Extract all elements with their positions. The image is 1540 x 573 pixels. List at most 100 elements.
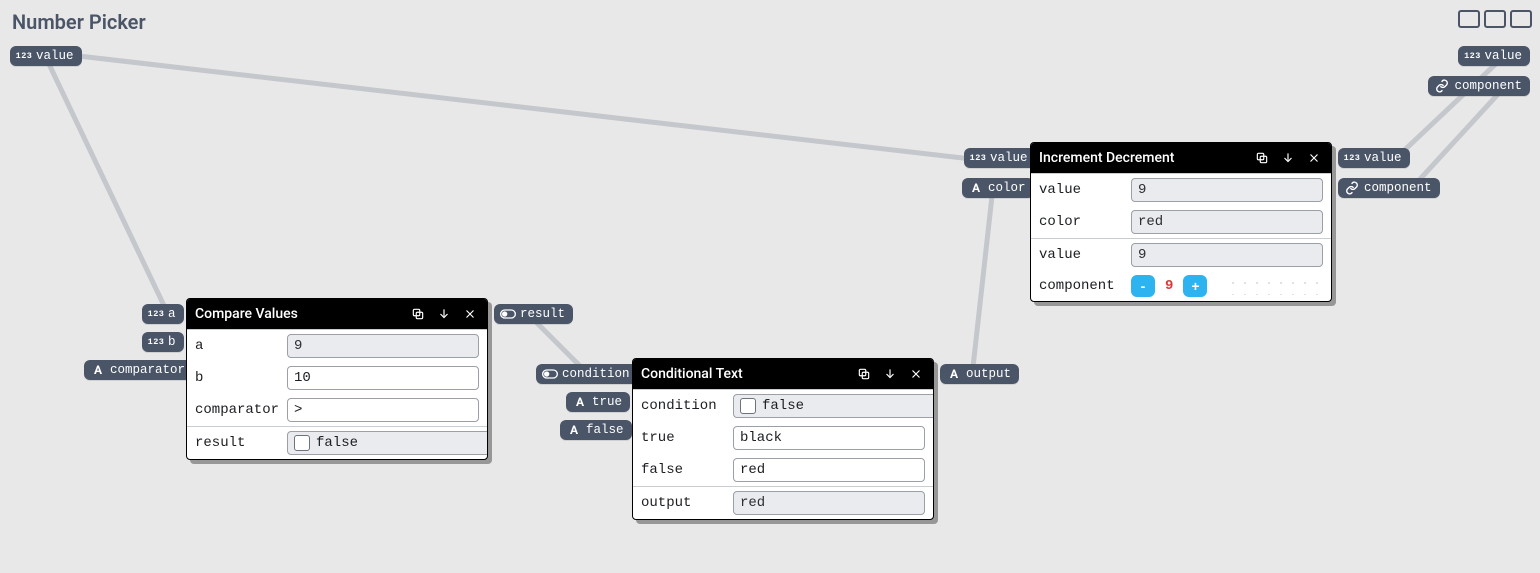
node-header[interactable]: Conditional Text — [633, 359, 933, 389]
number-icon: 123 — [148, 307, 164, 321]
row-true: true — [633, 422, 933, 454]
port-compare-result[interactable]: result — [494, 304, 573, 324]
text-icon: A — [566, 423, 582, 437]
port-compare-b[interactable]: 123 b — [142, 332, 184, 352]
field-label: value — [1039, 182, 1123, 198]
port-label: comparator — [110, 362, 185, 378]
text-icon: A — [90, 363, 106, 377]
decrement-button[interactable]: - — [1131, 275, 1155, 297]
text-icon: A — [572, 395, 588, 409]
row-condition: condition false — [633, 390, 933, 422]
port-label: true — [592, 394, 622, 410]
field-comparator-input[interactable] — [287, 398, 479, 422]
number-icon: 123 — [970, 151, 986, 165]
row-false: false — [633, 454, 933, 486]
number-icon: 123 — [148, 335, 164, 349]
download-icon[interactable] — [881, 365, 899, 383]
number-icon: 123 — [1464, 49, 1480, 63]
copy-icon[interactable] — [855, 365, 873, 383]
field-false-input[interactable] — [733, 458, 925, 482]
node-inputs-section: value color — [1031, 173, 1331, 238]
port-label: color — [988, 180, 1026, 196]
node-title: Compare Values — [195, 306, 401, 322]
row-output: output — [633, 487, 933, 519]
field-label: condition — [641, 398, 725, 414]
node-conditional-text[interactable]: Conditional Text condition false — [632, 358, 934, 520]
node-header[interactable]: Increment Decrement — [1031, 143, 1331, 173]
number-icon: 123 — [1344, 151, 1360, 165]
port-label: component — [1454, 78, 1522, 94]
port-increment-value-in[interactable]: 123 value — [964, 148, 1036, 168]
port-compare-a[interactable]: 123 a — [142, 304, 184, 324]
port-conditional-false[interactable]: A false — [560, 420, 632, 440]
port-global-value-right[interactable]: 123 value — [1458, 46, 1530, 66]
download-icon[interactable] — [1279, 149, 1297, 167]
tool-box-1[interactable] — [1458, 10, 1480, 28]
increment-button[interactable]: + — [1183, 275, 1207, 297]
field-label: component — [1039, 278, 1123, 294]
port-conditional-condition[interactable]: condition — [536, 364, 638, 384]
text-icon: A — [968, 181, 984, 195]
node-compare-values[interactable]: Compare Values a b comparator — [186, 298, 488, 460]
row-component: component - 9 + — [1031, 271, 1331, 301]
port-global-value-left[interactable]: 123 value — [10, 46, 82, 66]
row-a: a — [187, 330, 487, 362]
port-compare-comparator[interactable]: A comparator — [84, 360, 193, 380]
link-icon — [1434, 79, 1450, 93]
copy-icon[interactable] — [409, 305, 427, 323]
checkbox-icon — [294, 435, 310, 451]
port-label: value — [990, 150, 1028, 166]
download-icon[interactable] — [435, 305, 453, 323]
port-label: value — [1364, 150, 1402, 166]
field-color-display — [1131, 210, 1323, 234]
node-outputs-section: output — [633, 486, 933, 519]
toggle-icon — [500, 307, 516, 321]
close-icon[interactable] — [1305, 149, 1323, 167]
field-label: false — [641, 462, 725, 478]
field-label: b — [195, 370, 279, 386]
field-label: a — [195, 338, 279, 354]
canvas-tool-squares — [1458, 10, 1532, 28]
canvas[interactable]: Number Picker 123 value 123 value compon… — [0, 0, 1540, 573]
port-increment-value-out[interactable]: 123 value — [1338, 148, 1410, 168]
field-value-out-display — [1131, 243, 1323, 267]
tool-box-2[interactable] — [1484, 10, 1506, 28]
stepper-component: - 9 + — [1131, 275, 1323, 297]
field-condition-value: false — [762, 398, 804, 414]
row-b: b — [187, 362, 487, 394]
row-comparator: comparator — [187, 394, 487, 426]
row-result: result false — [187, 427, 487, 459]
tool-box-3[interactable] — [1510, 10, 1532, 28]
node-header[interactable]: Compare Values — [187, 299, 487, 329]
close-icon[interactable] — [907, 365, 925, 383]
node-increment-decrement[interactable]: Increment Decrement value color va — [1030, 142, 1332, 302]
node-title: Increment Decrement — [1039, 150, 1245, 166]
port-global-component-right[interactable]: component — [1428, 76, 1530, 96]
port-conditional-true[interactable]: A true — [566, 392, 630, 412]
field-result-value: false — [316, 435, 358, 451]
row-value-in: value — [1031, 174, 1331, 206]
node-title: Conditional Text — [641, 366, 847, 382]
port-conditional-output[interactable]: A output — [940, 364, 1019, 384]
row-color: color — [1031, 206, 1331, 238]
text-icon: A — [946, 367, 962, 381]
field-label: output — [641, 495, 725, 511]
field-label: value — [1039, 247, 1123, 263]
page-title: Number Picker — [12, 10, 146, 34]
field-b-input[interactable] — [287, 366, 479, 390]
port-increment-color-in[interactable]: A color — [962, 178, 1034, 198]
field-condition-display: false — [733, 394, 934, 418]
port-increment-component-out[interactable]: component — [1338, 178, 1440, 198]
close-icon[interactable] — [461, 305, 479, 323]
field-output-display — [733, 491, 925, 515]
node-inputs-section: condition false true false — [633, 389, 933, 486]
node-inputs-section: a b comparator — [187, 329, 487, 426]
toggle-icon — [542, 367, 558, 381]
field-label: result — [195, 435, 279, 451]
port-label: value — [36, 48, 74, 64]
field-true-input[interactable] — [733, 426, 925, 450]
copy-icon[interactable] — [1253, 149, 1271, 167]
port-label: false — [586, 422, 624, 438]
field-value-in-display — [1131, 178, 1323, 202]
port-label: b — [168, 334, 176, 350]
